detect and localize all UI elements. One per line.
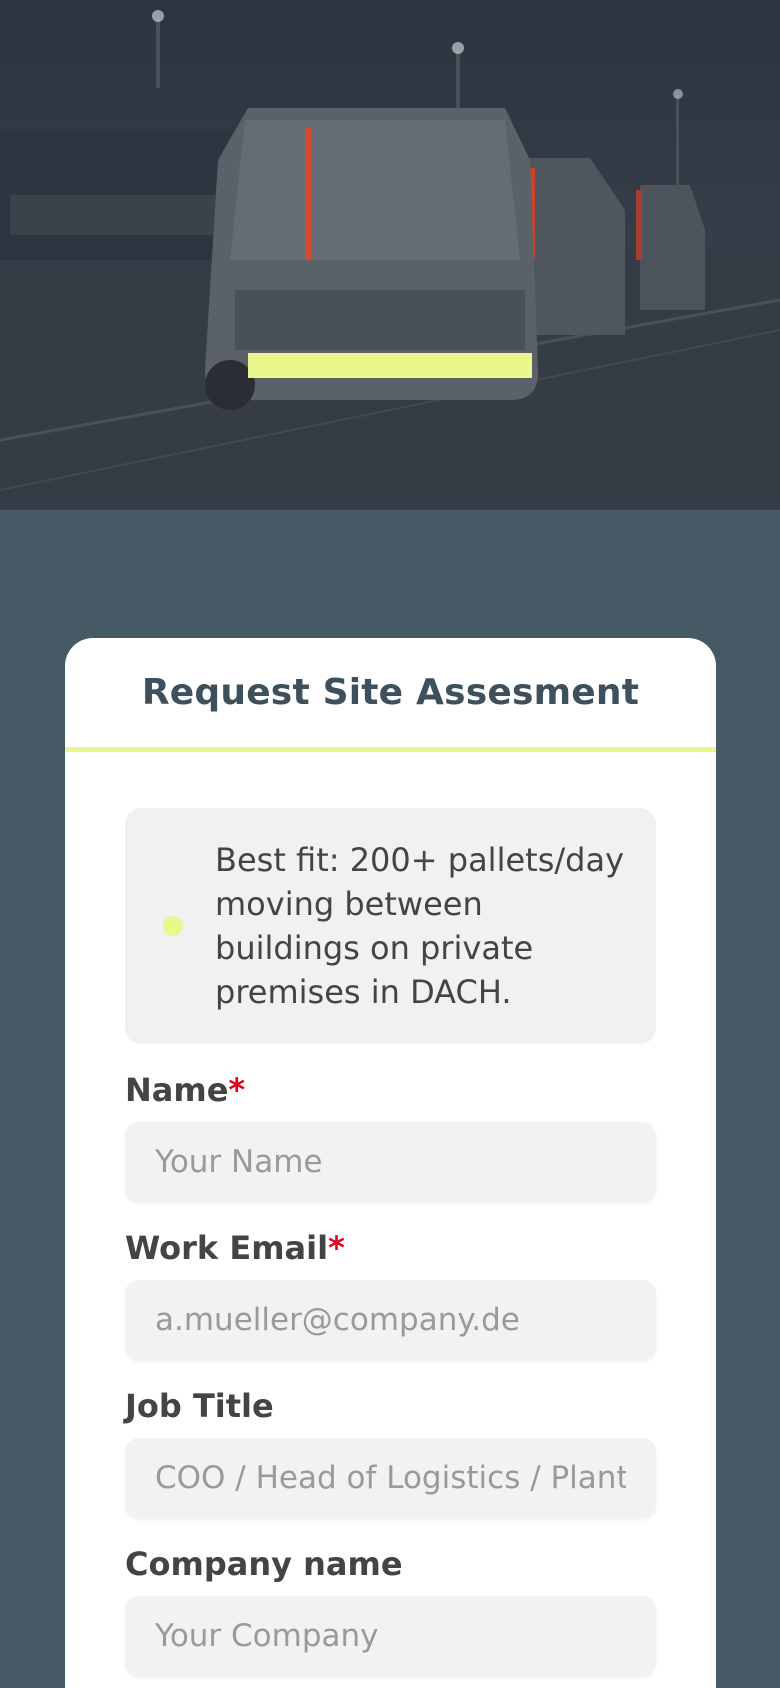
name-input[interactable]: [125, 1122, 656, 1202]
site-assessment-form: Request Site Assesment Best fit: 200+ pa…: [65, 638, 716, 1688]
required-marker: *: [328, 1229, 345, 1267]
company-name-label: Company name: [125, 1545, 403, 1583]
best-fit-text: Best fit: 200+ pallets/day moving betwee…: [215, 841, 624, 1011]
hero-illustration: [0, 10, 780, 510]
form-header: Request Site Assesment: [65, 638, 716, 752]
form-title: Request Site Assesment: [141, 672, 640, 713]
job-title-label: Job Title: [125, 1387, 274, 1425]
job-title-input[interactable]: [125, 1438, 656, 1518]
bullet-dot-icon: [163, 916, 183, 936]
best-fit-note: Best fit: 200+ pallets/day moving betwee…: [125, 808, 656, 1044]
required-marker: *: [228, 1071, 246, 1109]
company-name-input[interactable]: [125, 1596, 656, 1676]
form-body: Best fit: 200+ pallets/day moving betwee…: [65, 752, 716, 1676]
name-label: Name*: [125, 1071, 246, 1109]
hero-accent-bar: [248, 353, 532, 378]
work-email-input[interactable]: [125, 1280, 656, 1360]
hero-image: [0, 0, 780, 510]
work-email-label: Work Email*: [125, 1229, 345, 1267]
